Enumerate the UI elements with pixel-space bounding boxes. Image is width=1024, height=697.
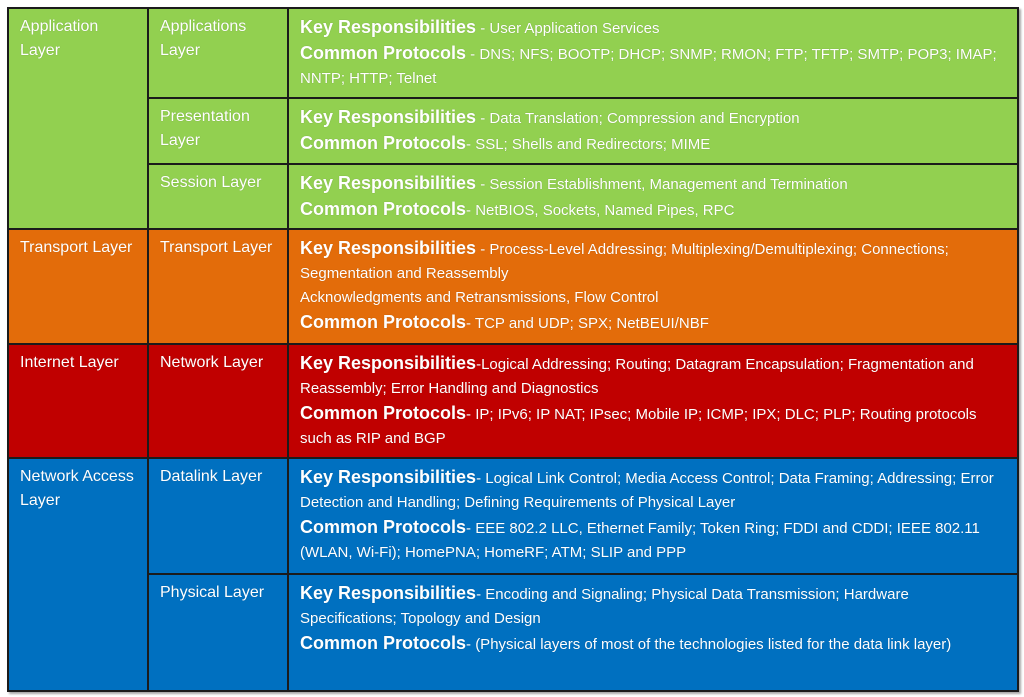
- common-protocols-label: Common Protocols: [300, 403, 467, 423]
- key-responsibilities-label: Key Responsibilities: [300, 467, 477, 487]
- common-protocols: Common Protocols- NetBIOS, Sockets, Name…: [300, 197, 1007, 223]
- osi-layer-name: Datalink Layer: [160, 468, 263, 485]
- separator: -: [466, 636, 476, 653]
- common-protocols: Common Protocols- IP; IPv6; IP NAT; IPse…: [300, 401, 1007, 451]
- key-responsibilities: Key Responsibilities - Session Establish…: [300, 171, 1007, 197]
- key-responsibilities: Key Responsibilities- Encoding and Signa…: [300, 581, 1007, 631]
- layer-description-session: Key Responsibilities - Session Establish…: [287, 163, 1019, 230]
- table-row-datalink: Network Access Layer Datalink Layer Key …: [7, 457, 1019, 692]
- osi-layer-presentation: Presentation Layer: [147, 97, 289, 165]
- layer-description-network: Key Responsibilities-Logical Addressing;…: [287, 343, 1019, 459]
- layer-description-datalink: Key Responsibilities- Logical Link Contr…: [287, 457, 1019, 575]
- common-protocols-label: Common Protocols: [300, 133, 467, 153]
- osi-layer-session: Session Layer: [147, 163, 289, 230]
- key-responsibilities-label: Key Responsibilities: [300, 17, 477, 37]
- tcpip-layer-name: Internet Layer: [20, 354, 119, 371]
- tcpip-layer-network-access: Network Access Layer: [7, 457, 149, 692]
- key-responsibilities-text: Session Establishment, Management and Te…: [489, 176, 848, 193]
- osi-layer-name: Network Layer: [160, 354, 264, 371]
- key-responsibilities: Key Responsibilities- Logical Link Contr…: [300, 465, 1007, 515]
- separator: -: [466, 46, 480, 63]
- common-protocols: Common Protocols- (Physical layers of mo…: [300, 631, 1007, 657]
- separator: -: [476, 20, 490, 37]
- key-responsibilities-text: Data Translation; Compression and Encryp…: [489, 110, 800, 127]
- tcpip-layer-application: Application Layer: [7, 7, 149, 230]
- common-protocols-label: Common Protocols: [300, 517, 467, 537]
- common-protocols-label: Common Protocols: [300, 199, 467, 219]
- separator: -: [466, 520, 476, 537]
- osi-layer-network: Network Layer: [147, 343, 289, 459]
- separator: -: [476, 470, 486, 487]
- table-row-network: Internet Layer Network Layer Key Respons…: [7, 343, 1019, 459]
- osi-layer-name: Applications Layer: [160, 18, 247, 59]
- key-responsibilities-label: Key Responsibilities: [300, 173, 477, 193]
- tcpip-layer-transport: Transport Layer: [7, 228, 149, 345]
- tcpip-layer-name: Application Layer: [20, 18, 99, 59]
- separator: -: [466, 315, 475, 332]
- layer-description-applications: Key Responsibilities - User Application …: [287, 7, 1019, 99]
- key-responsibilities-text: User Application Services: [489, 20, 660, 37]
- common-protocols-text: TCP and UDP; SPX; NetBEUI/NBF: [474, 315, 709, 332]
- layer-description-physical: Key Responsibilities- Encoding and Signa…: [287, 573, 1019, 692]
- osi-layer-name: Physical Layer: [160, 584, 265, 601]
- layer-description-presentation: Key Responsibilities - Data Translation;…: [287, 97, 1019, 165]
- osi-layer-physical: Physical Layer: [147, 573, 289, 692]
- common-protocols-text: SSL; Shells and Redirectors; MIME: [475, 136, 711, 153]
- layer-description-transport: Key Responsibilities - Process-Level Add…: [287, 228, 1019, 345]
- separator: -: [466, 406, 476, 423]
- tcpip-layer-name: Transport Layer: [20, 239, 133, 256]
- separator: -: [466, 202, 476, 219]
- table-row-transport: Transport Layer Transport Layer Key Resp…: [7, 228, 1019, 345]
- osi-layer-applications: Applications Layer: [147, 7, 289, 99]
- table-row-applications: Application Layer Applications Layer Key…: [7, 7, 1019, 230]
- osi-layer-name: Transport Layer: [160, 239, 273, 256]
- common-protocols: Common Protocols- TCP and UDP; SPX; NetB…: [300, 310, 1007, 336]
- separator: -: [476, 110, 490, 127]
- osi-layer-datalink: Datalink Layer: [147, 457, 289, 575]
- table-row-physical: Physical Layer Key Responsibilities- Enc…: [8, 573, 1019, 692]
- common-protocols-label: Common Protocols: [300, 312, 467, 332]
- separator: -: [476, 176, 490, 193]
- common-protocols-text: NetBIOS, Sockets, Named Pipes, RPC: [475, 202, 735, 219]
- osi-layer-name: Presentation Layer: [160, 108, 250, 149]
- osi-layer-name: Session Layer: [160, 174, 262, 191]
- separator: -: [466, 136, 476, 153]
- common-protocols: Common Protocols - DNS; NFS; BOOTP; DHCP…: [300, 41, 1007, 91]
- key-responsibilities-label: Key Responsibilities: [300, 353, 477, 373]
- common-protocols-label: Common Protocols: [300, 633, 467, 653]
- common-protocols-label: Common Protocols: [300, 43, 467, 63]
- key-responsibilities: Key Responsibilities - Process-Level Add…: [300, 236, 1007, 286]
- common-protocols: Common Protocols- SSL; Shells and Redire…: [300, 131, 1007, 157]
- tcpip-osi-comparison-table: Application Layer Applications Layer Key…: [7, 7, 1019, 692]
- separator: -: [476, 586, 486, 603]
- common-protocols-text: (Physical layers of most of the technolo…: [475, 636, 952, 653]
- osi-layer-transport: Transport Layer: [147, 228, 289, 345]
- key-responsibilities-label: Key Responsibilities: [300, 583, 477, 603]
- key-responsibilities: Key Responsibilities - User Application …: [300, 15, 1007, 41]
- tcpip-layer-name: Network Access Layer: [20, 468, 134, 509]
- table-row-presentation: Presentation Layer Key Responsibilities …: [8, 97, 1019, 165]
- table-row-session: Session Layer Key Responsibilities - Ses…: [8, 163, 1019, 230]
- common-protocols: Common Protocols- EEE 802.2 LLC, Etherne…: [300, 515, 1007, 565]
- separator: -: [476, 241, 490, 258]
- key-responsibilities: Key Responsibilities - Data Translation;…: [300, 105, 1007, 131]
- key-responsibilities-text-continued: Acknowledgments and Retransmissions, Flo…: [300, 289, 659, 306]
- tcpip-layer-internet: Internet Layer: [7, 343, 149, 459]
- key-responsibilities-label: Key Responsibilities: [300, 238, 477, 258]
- key-responsibilities: Key Responsibilities-Logical Addressing;…: [300, 351, 1007, 401]
- key-responsibilities-label: Key Responsibilities: [300, 107, 477, 127]
